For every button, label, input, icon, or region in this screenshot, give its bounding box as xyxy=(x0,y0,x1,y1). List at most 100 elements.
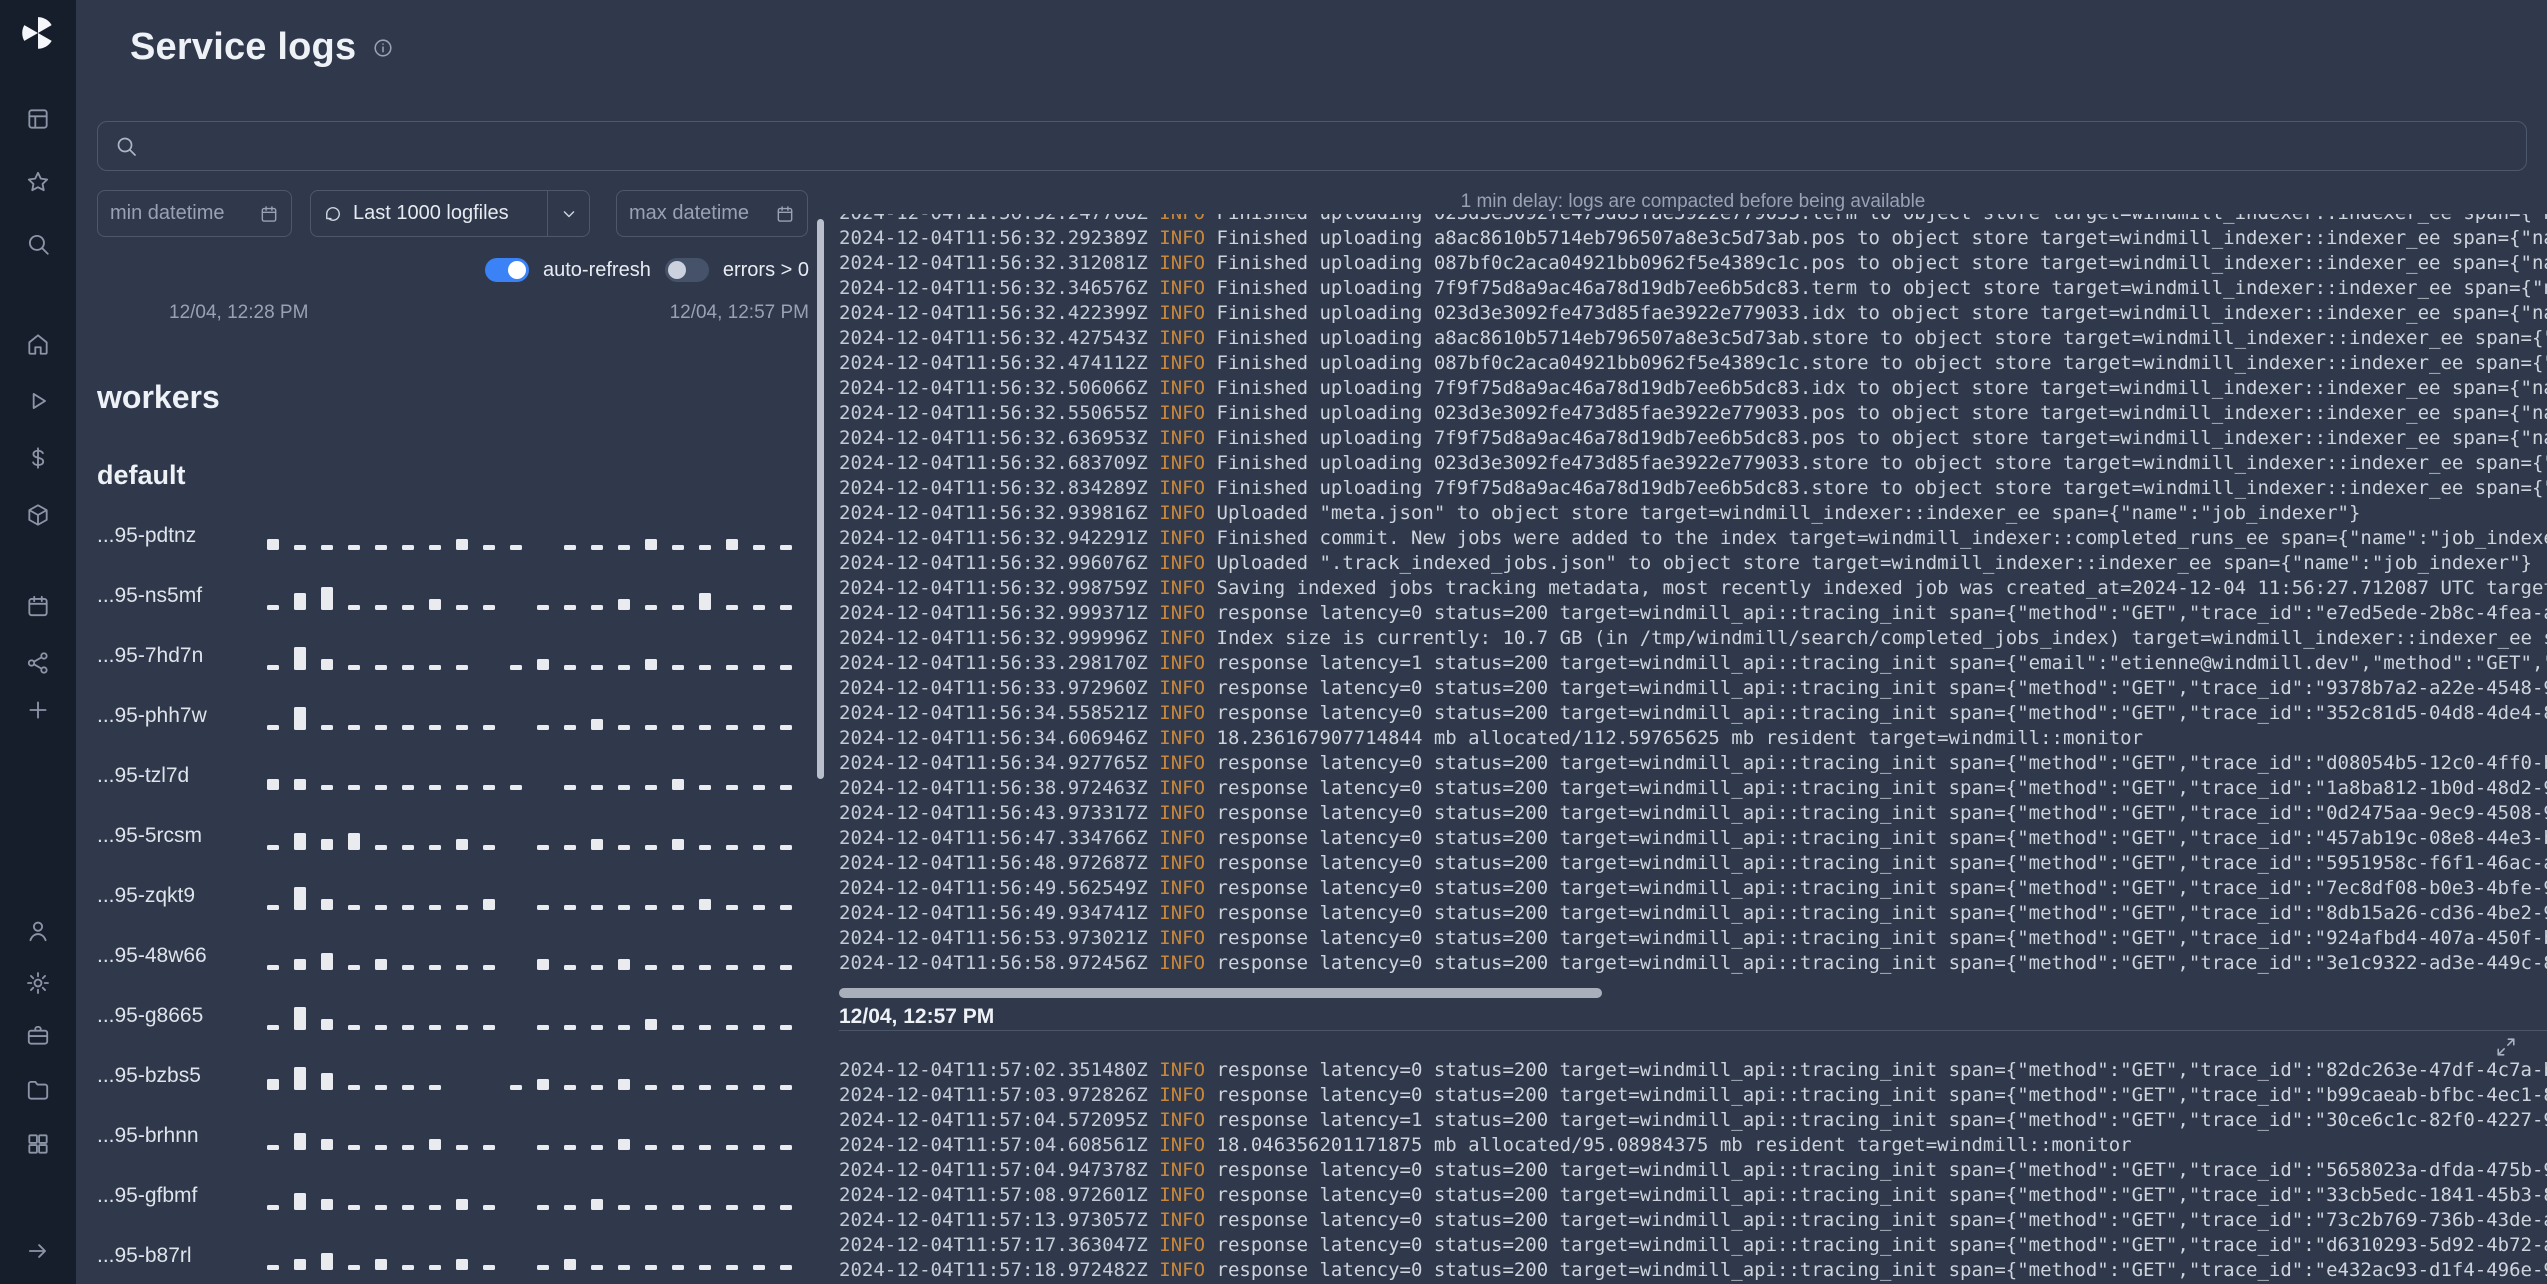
sparkline-bar xyxy=(375,785,387,790)
sparkline-bar xyxy=(591,839,603,850)
sparkline-bar xyxy=(591,1145,603,1150)
worker-row[interactable]: ...95-tzl7d xyxy=(97,746,809,806)
sparkline-bar xyxy=(429,599,441,610)
errors-only-toggle[interactable] xyxy=(664,258,709,282)
auto-refresh-toggle[interactable] xyxy=(485,258,529,282)
worker-row[interactable]: ...95-pdtnz xyxy=(97,506,809,566)
worker-row[interactable]: ...95-gfbmf xyxy=(97,1166,809,1226)
log-line: 2024-12-04T11:56:32.999996Z INFO Index s… xyxy=(839,627,2547,649)
sparkline-bar xyxy=(429,845,441,850)
sparkline-bar xyxy=(591,785,603,790)
sparkline-bar xyxy=(699,1205,711,1210)
folders-icon[interactable] xyxy=(25,1077,51,1103)
max-datetime-button[interactable]: max datetime xyxy=(616,190,808,237)
triggers-branch-icon[interactable] xyxy=(25,650,51,676)
windmill-logo-icon[interactable] xyxy=(19,14,57,52)
worker-name: ...95-tzl7d xyxy=(97,764,190,787)
worker-row[interactable]: ...95-brhnn xyxy=(97,1106,809,1166)
resources-box-icon[interactable] xyxy=(25,502,51,528)
logfiles-dropdown-button[interactable] xyxy=(548,190,590,237)
home-icon[interactable] xyxy=(25,331,51,357)
sparkline-bar xyxy=(699,899,711,910)
schedules-calendar-icon[interactable] xyxy=(25,593,51,619)
sparkline-bar xyxy=(321,1199,333,1210)
worker-row[interactable]: ...95-g8665 xyxy=(97,986,809,1046)
sparkline-bar xyxy=(672,605,684,610)
worker-activity-sparkline xyxy=(267,1062,809,1090)
sparkline-bar xyxy=(456,665,468,670)
runs-play-icon[interactable] xyxy=(25,388,51,414)
sparkline-bar xyxy=(267,1265,279,1270)
min-datetime-button[interactable]: min datetime xyxy=(97,190,292,237)
star-icon[interactable] xyxy=(25,169,51,195)
worker-activity-sparkline xyxy=(267,522,809,550)
plus-icon[interactable] xyxy=(25,697,51,723)
info-icon[interactable] xyxy=(372,37,394,59)
sparkline-bar xyxy=(483,965,495,970)
sparkline-bar xyxy=(483,785,495,790)
sparkline-bar xyxy=(645,1265,657,1270)
sparkline-bar xyxy=(564,665,576,670)
worker-row[interactable]: ...95-5rcsm xyxy=(97,806,809,866)
sparkline-bar xyxy=(267,605,279,610)
search-icon[interactable] xyxy=(25,231,51,257)
horizontal-scrollbar[interactable] xyxy=(839,988,1602,998)
worker-activity-sparkline xyxy=(267,1182,809,1210)
sparkline-bar xyxy=(699,785,711,790)
expand-icon[interactable] xyxy=(2495,1036,2517,1058)
sparkline-bar xyxy=(645,785,657,790)
sparkline-bar xyxy=(645,1019,657,1030)
sparkline-bar xyxy=(753,1205,765,1210)
variables-dollar-icon[interactable] xyxy=(25,445,51,471)
sparkline-bar xyxy=(672,839,684,850)
sparkline-bar xyxy=(618,545,630,550)
sparkline-bar xyxy=(726,785,738,790)
worker-row[interactable]: ...95-7hd7n xyxy=(97,626,809,686)
refresh-icon xyxy=(326,206,340,221)
sparkline-bar xyxy=(726,965,738,970)
worker-row[interactable]: ...95-ns5mf xyxy=(97,566,809,626)
sparkline-bar xyxy=(780,1025,792,1030)
worker-name: ...95-phh7w xyxy=(97,704,207,727)
sparkline-bar xyxy=(483,725,495,730)
sparkline-bar xyxy=(618,1079,630,1090)
worker-row[interactable]: ...95-b87rl xyxy=(97,1226,809,1284)
log-section-2: 2024-12-04T11:57:02.351480Z INFO respons… xyxy=(839,1058,2547,1283)
app-window-icon[interactable] xyxy=(25,106,51,132)
settings-gear-icon[interactable] xyxy=(25,970,51,996)
sparkline-bar xyxy=(672,1265,684,1270)
sparkline-bar xyxy=(294,959,306,970)
vertical-scrollbar[interactable] xyxy=(817,219,824,779)
sparkline-bar xyxy=(564,1205,576,1210)
page-title: Service logs xyxy=(130,26,357,68)
log-line: 2024-12-04T11:56:34.558521Z INFO respons… xyxy=(839,702,2547,724)
worker-row[interactable]: ...95-48w66 xyxy=(97,926,809,986)
sparkline-bar xyxy=(402,545,414,550)
sparkline-bar xyxy=(780,1145,792,1150)
sparkline-bar xyxy=(726,845,738,850)
worker-activity-sparkline xyxy=(267,642,809,670)
worker-row[interactable]: ...95-phh7w xyxy=(97,686,809,746)
logfiles-refresh-button[interactable]: Last 1000 logfiles xyxy=(310,190,548,237)
account-user-icon[interactable] xyxy=(25,918,51,944)
sparkline-bar xyxy=(429,1265,441,1270)
log-line: 2024-12-04T11:57:04.947378Z INFO respons… xyxy=(839,1159,2547,1181)
sparkline-bar xyxy=(321,785,333,790)
sparkline-bar xyxy=(564,605,576,610)
sparkline-bar xyxy=(294,593,306,610)
worker-row[interactable]: ...95-bzbs5 xyxy=(97,1046,809,1106)
service-logs-grid-icon[interactable] xyxy=(25,1131,51,1157)
search-input[interactable] xyxy=(150,134,2510,158)
sparkline-bar xyxy=(591,665,603,670)
sparkline-bar xyxy=(267,1205,279,1210)
log-line: 2024-12-04T11:57:18.972482Z INFO respons… xyxy=(839,1259,2547,1281)
expand-sidebar-arrow-icon[interactable] xyxy=(25,1238,51,1264)
worker-row[interactable]: ...95-zqkt9 xyxy=(97,866,809,926)
log-line: 2024-12-04T11:56:38.972463Z INFO respons… xyxy=(839,777,2547,799)
workers-briefcase-icon[interactable] xyxy=(25,1022,51,1048)
sparkline-bar xyxy=(591,1085,603,1090)
log-line: 2024-12-04T11:56:32.312081Z INFO Finishe… xyxy=(839,252,2547,274)
log-line: 2024-12-04T11:57:13.973057Z INFO respons… xyxy=(839,1209,2547,1231)
sparkline-bar xyxy=(375,1205,387,1210)
log-line: 2024-12-04T11:57:17.363047Z INFO respons… xyxy=(839,1234,2547,1256)
